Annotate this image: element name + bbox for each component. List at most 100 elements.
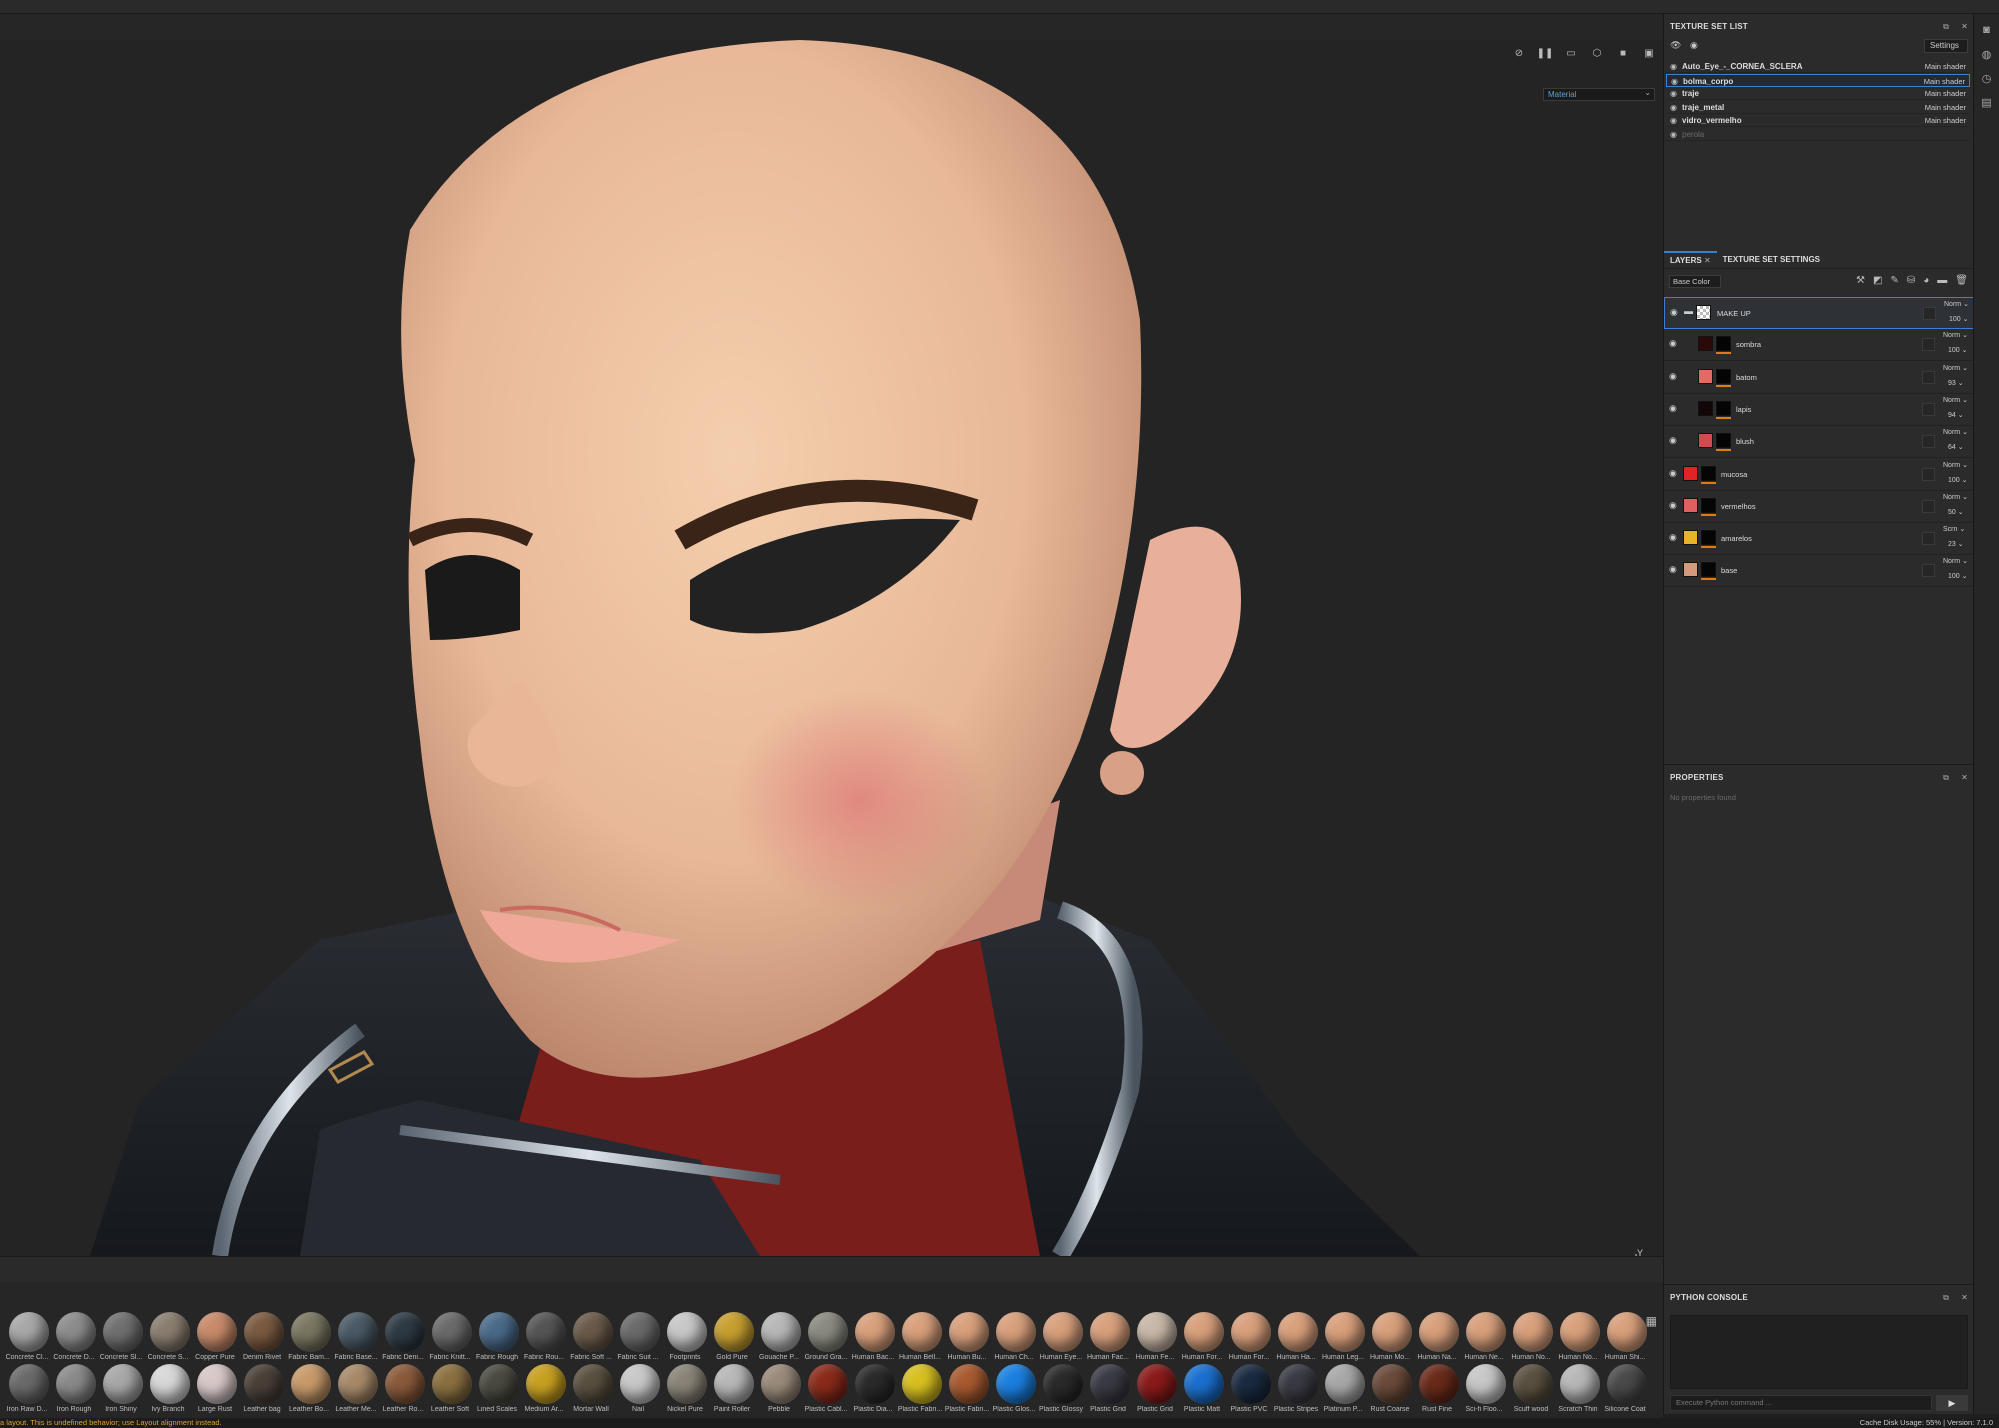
material-preview[interactable]: Rust Coarse: [1365, 1364, 1412, 1420]
shader-dropdown[interactable]: Main shader: [1925, 87, 1966, 100]
eye-icon[interactable]: 👁: [1670, 40, 1681, 51]
close-icon[interactable]: ✕: [1961, 1289, 1968, 1307]
texture-set-row[interactable]: ◉ bolma_corpo Main shader: [1666, 73, 1970, 88]
material-preview[interactable]: Human Ha...: [1271, 1312, 1318, 1368]
environment-icon[interactable]: ◍: [1979, 48, 1995, 62]
3d-viewport[interactable]: ⊘ ❚❚ ▭ ⬡ ■ ▣ Material Y X Z: [0, 40, 1663, 1256]
log-icon[interactable]: ▤: [1979, 96, 1995, 110]
blend-mode-dropdown[interactable]: Norm ⌄: [1943, 331, 1968, 339]
material-preview[interactable]: Concrete D...: [49, 1312, 96, 1368]
material-preview[interactable]: Leather Ro...: [378, 1364, 425, 1420]
undock-icon[interactable]: ⧉: [1943, 769, 1949, 787]
camera-frame-icon[interactable]: ▭: [1563, 46, 1579, 60]
eye-icon[interactable]: ◉: [1670, 60, 1677, 73]
layer-row[interactable]: ◉ mucosa Norm ⌄ 100 ⌄: [1664, 458, 1974, 491]
material-preview[interactable]: Human Bac...: [848, 1312, 895, 1368]
layer-row[interactable]: ◉ base Norm ⌄ 100 ⌄: [1664, 555, 1974, 588]
eye-icon[interactable]: ◉: [1669, 532, 1677, 543]
blend-mode-dropdown[interactable]: Norm ⌄: [1943, 493, 1968, 501]
layer-select-checkbox[interactable]: [1922, 564, 1935, 578]
material-preview[interactable]: Plastic Stripes: [1271, 1364, 1318, 1420]
layer-select-checkbox[interactable]: [1922, 499, 1935, 513]
shader-dropdown[interactable]: Main shader: [1925, 101, 1966, 114]
screenshot-icon[interactable]: ▣: [1641, 46, 1657, 60]
material-preview[interactable]: Iron Shiny: [96, 1364, 143, 1420]
delete-layer-icon[interactable]: 🗑: [1955, 275, 1968, 286]
material-preview[interactable]: Sci-fi Floo...: [1459, 1364, 1506, 1420]
texture-set-row[interactable]: ◉ Auto_Eye_-_CORNEA_SCLERA Main shader: [1666, 60, 1970, 73]
material-preview[interactable]: Gold Pure: [707, 1312, 754, 1368]
material-preview[interactable]: Paint Roller: [707, 1364, 754, 1420]
texture-set-row[interactable]: ◉ traje Main shader: [1666, 87, 1970, 100]
opacity-value[interactable]: 100 ⌄: [1948, 476, 1968, 484]
blend-mode-dropdown[interactable]: Norm ⌄: [1943, 428, 1968, 436]
opacity-value[interactable]: 100 ⌄: [1949, 315, 1969, 323]
settings-dropdown[interactable]: Settings: [1924, 39, 1968, 53]
material-preview[interactable]: Concrete Sl...: [96, 1312, 143, 1368]
material-preview[interactable]: Large Rust: [190, 1364, 237, 1420]
layer-select-checkbox[interactable]: [1922, 435, 1935, 449]
material-preview[interactable]: Iron Raw D...: [2, 1364, 49, 1420]
shader-dropdown[interactable]: Main shader: [1925, 114, 1966, 127]
eye-solo-icon[interactable]: ◉: [1690, 40, 1698, 51]
visibility-off-icon[interactable]: ⊘: [1511, 46, 1527, 60]
opacity-value[interactable]: 94 ⌄: [1948, 411, 1964, 419]
run-button[interactable]: ▶: [1936, 1395, 1968, 1411]
channel-dropdown[interactable]: Base Color: [1669, 275, 1721, 288]
material-preview[interactable]: Mortar Wall: [566, 1364, 613, 1420]
layer-select-checkbox[interactable]: [1922, 402, 1935, 416]
material-preview[interactable]: Human Shi...: [1600, 1312, 1647, 1368]
material-preview[interactable]: Plastic Grid: [1130, 1364, 1177, 1420]
material-preview[interactable]: Gouache P...: [754, 1312, 801, 1368]
material-preview[interactable]: Plastic Matt: [1177, 1364, 1224, 1420]
material-preview[interactable]: Medium Ar...: [519, 1364, 566, 1420]
material-preview[interactable]: Nail: [613, 1364, 660, 1420]
layer-row[interactable]: ◉ vermelhos Norm ⌄ 50 ⌄: [1664, 490, 1974, 523]
shader-dropdown[interactable]: Main shader: [1924, 75, 1965, 88]
opacity-value[interactable]: 100 ⌄: [1948, 346, 1968, 354]
eye-icon[interactable]: ◉: [1669, 500, 1677, 511]
pause-icon[interactable]: ❚❚: [1537, 46, 1554, 60]
material-preview[interactable]: Fabric Bam...: [284, 1312, 331, 1368]
material-preview[interactable]: Footprints: [660, 1312, 707, 1368]
material-preview[interactable]: Plastic PVC: [1224, 1364, 1271, 1420]
material-preview[interactable]: Plastic Glos...: [989, 1364, 1036, 1420]
layer-row[interactable]: ◉ amarelos Scrn ⌄ 23 ⌄: [1664, 523, 1974, 556]
layer-select-checkbox[interactable]: [1922, 532, 1935, 546]
material-preview[interactable]: Human No...: [1553, 1312, 1600, 1368]
layer-select-checkbox[interactable]: [1922, 338, 1935, 352]
material-preview[interactable]: Plastic Grid: [1083, 1364, 1130, 1420]
material-preview[interactable]: Rust Fine: [1412, 1364, 1459, 1420]
material-preview[interactable]: Denim Rivet: [237, 1312, 284, 1368]
add-paint-layer-icon[interactable]: ✎: [1890, 275, 1898, 286]
material-preview[interactable]: Lined Scales: [472, 1364, 519, 1420]
tab-texture-set-settings[interactable]: TEXTURE SET SETTINGS: [1717, 251, 1826, 268]
material-preview[interactable]: Fabric Soft ...: [566, 1312, 613, 1368]
blend-mode-dropdown[interactable]: Norm ⌄: [1943, 557, 1968, 565]
view-cube-icon[interactable]: ⬡: [1589, 46, 1605, 60]
material-mode-dropdown[interactable]: Material: [1543, 87, 1655, 101]
shader-dropdown[interactable]: Main shader: [1925, 60, 1966, 73]
material-preview[interactable]: Human Mo...: [1365, 1312, 1412, 1368]
eye-icon[interactable]: ◉: [1669, 371, 1677, 382]
eye-icon[interactable]: ◉: [1670, 307, 1678, 318]
eye-icon[interactable]: ◉: [1669, 403, 1677, 414]
layer-row[interactable]: ◉ blush Norm ⌄ 64 ⌄: [1664, 426, 1974, 459]
eye-icon[interactable]: ◉: [1669, 564, 1677, 575]
add-smart-material-icon[interactable]: ◕: [1923, 275, 1929, 286]
python-command-input[interactable]: Execute Python command ...: [1670, 1395, 1932, 1411]
layer-select-checkbox[interactable]: [1922, 467, 1935, 481]
material-preview[interactable]: Silicone Coat: [1600, 1364, 1647, 1420]
material-preview[interactable]: Fabric Deni...: [378, 1312, 425, 1368]
blend-mode-dropdown[interactable]: Norm ⌄: [1943, 364, 1968, 372]
material-preview[interactable]: Human Na...: [1412, 1312, 1459, 1368]
eye-icon[interactable]: ◉: [1670, 87, 1677, 100]
material-preview[interactable]: Leather Bo...: [284, 1364, 331, 1420]
eye-icon[interactable]: ◉: [1669, 468, 1677, 479]
material-preview[interactable]: Plastic Fabri...: [942, 1364, 989, 1420]
close-icon[interactable]: ✕: [1704, 256, 1711, 265]
material-preview[interactable]: Pebble: [754, 1364, 801, 1420]
material-preview[interactable]: Plastic Cabl...: [801, 1364, 848, 1420]
close-icon[interactable]: ✕: [1961, 18, 1968, 36]
blend-mode-dropdown[interactable]: Scrn ⌄: [1943, 525, 1965, 533]
